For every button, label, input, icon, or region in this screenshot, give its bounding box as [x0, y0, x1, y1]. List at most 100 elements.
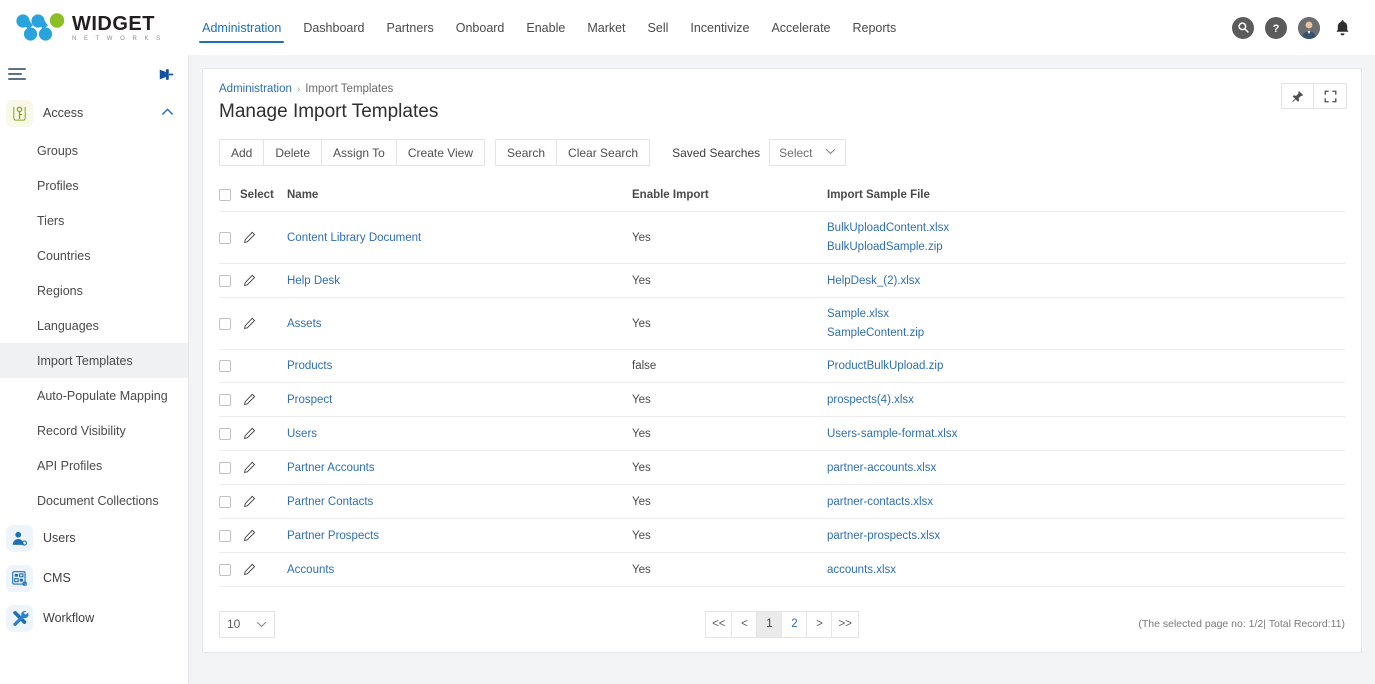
help-icon[interactable]: ?	[1265, 16, 1287, 39]
logo-mark-icon	[14, 11, 66, 45]
template-name-link[interactable]: Prospect	[287, 394, 632, 406]
nav-item-enable[interactable]: Enable	[515, 3, 576, 52]
edit-icon[interactable]	[243, 495, 256, 508]
create-view-button[interactable]: Create View	[395, 139, 486, 166]
hamburger-icon[interactable]	[8, 66, 30, 82]
search-icon[interactable]	[1232, 16, 1254, 39]
sidebar-group-cms[interactable]: CMS	[0, 558, 188, 598]
sidebar-item-api-profiles[interactable]: API Profiles	[0, 448, 188, 483]
sample-file-link[interactable]: partner-accounts.xlsx	[827, 462, 1345, 474]
row-checkbox[interactable]	[219, 360, 231, 372]
row-checkbox[interactable]	[219, 274, 231, 287]
row-name-cell: Products	[287, 349, 632, 383]
chevron-up-icon[interactable]	[161, 107, 174, 119]
nav-item-onboard[interactable]: Onboard	[445, 3, 516, 52]
template-name-link[interactable]: Users	[287, 428, 632, 440]
page-button-prevprev[interactable]: <<	[705, 610, 732, 638]
sidebar-item-tiers[interactable]: Tiers	[0, 203, 188, 238]
edit-icon[interactable]	[243, 427, 256, 440]
edit-icon[interactable]	[243, 317, 256, 330]
sidebar-item-groups[interactable]: Groups	[0, 133, 188, 168]
sample-file-link[interactable]: HelpDesk_(2).xlsx	[827, 275, 1345, 287]
select-all-checkbox[interactable]	[219, 189, 231, 201]
delete-button[interactable]: Delete	[263, 139, 322, 166]
template-name-link[interactable]: Help Desk	[287, 275, 632, 287]
row-checkbox[interactable]	[219, 427, 231, 440]
sample-file-link[interactable]: BulkUploadContent.xlsx	[827, 222, 1345, 234]
nav-item-dashboard[interactable]: Dashboard	[292, 3, 375, 52]
edit-icon[interactable]	[243, 461, 256, 474]
row-checkbox[interactable]	[219, 529, 231, 542]
row-checkbox[interactable]	[219, 317, 231, 330]
row-checkbox[interactable]	[219, 393, 231, 406]
row-checkbox[interactable]	[219, 495, 231, 508]
sidebar-header	[0, 55, 188, 93]
notification-bell-icon[interactable]	[1331, 17, 1353, 39]
sample-file-link[interactable]: ProductBulkUpload.zip	[827, 360, 1345, 372]
template-name-link[interactable]: Products	[287, 360, 632, 372]
column-name: Name	[287, 180, 632, 212]
template-name-link[interactable]: Assets	[287, 318, 632, 330]
nav-item-reports[interactable]: Reports	[842, 3, 908, 52]
sample-file-link[interactable]: partner-contacts.xlsx	[827, 496, 1345, 508]
row-name-cell: Partner Prospects	[287, 518, 632, 553]
template-name-link[interactable]: Content Library Document	[287, 232, 632, 244]
sidebar-item-auto-populate-mapping[interactable]: Auto-Populate Mapping	[0, 378, 188, 413]
row-checkbox[interactable]	[219, 461, 231, 474]
sample-file-link[interactable]: BulkUploadSample.zip	[827, 241, 1345, 253]
brand-logo[interactable]: WIDGET N E T W O R K S	[0, 11, 175, 45]
edit-icon[interactable]	[243, 529, 256, 542]
row-name-cell: Prospect	[287, 382, 632, 417]
nav-item-incentivize[interactable]: Incentivize	[679, 3, 760, 52]
assign-to-button[interactable]: Assign To	[321, 139, 396, 166]
sample-file-link[interactable]: partner-prospects.xlsx	[827, 530, 1345, 542]
page-button-nextnext[interactable]: >>	[831, 610, 859, 638]
nav-item-market[interactable]: Market	[576, 3, 636, 52]
table-row: Assets Yes Sample.xlsx SampleContent.zip	[219, 297, 1345, 350]
template-name-link[interactable]: Accounts	[287, 564, 632, 576]
sidebar-item-document-collections[interactable]: Document Collections	[0, 483, 188, 518]
chevron-down-icon	[825, 147, 836, 158]
sample-file-link[interactable]: SampleContent.zip	[827, 327, 1345, 339]
nav-item-partners[interactable]: Partners	[375, 3, 444, 52]
saved-searches-select[interactable]: Select	[769, 139, 846, 166]
add-button[interactable]: Add	[219, 139, 264, 166]
template-name-link[interactable]: Partner Contacts	[287, 496, 632, 508]
sidebar-group-access[interactable]: Access	[0, 93, 188, 133]
row-checkbox[interactable]	[219, 231, 231, 244]
page-button-next[interactable]: >	[806, 610, 832, 638]
sidebar-item-profiles[interactable]: Profiles	[0, 168, 188, 203]
sidebar-group-workflow[interactable]: Workflow	[0, 598, 188, 638]
sidebar-item-record-visibility[interactable]: Record Visibility	[0, 413, 188, 448]
sidebar-item-countries[interactable]: Countries	[0, 238, 188, 273]
expand-card-button[interactable]	[1314, 83, 1347, 109]
edit-icon[interactable]	[243, 563, 256, 576]
sample-file-link[interactable]: prospects(4).xlsx	[827, 394, 1345, 406]
sidebar-item-languages[interactable]: Languages	[0, 308, 188, 343]
breadcrumb-root[interactable]: Administration	[219, 83, 292, 95]
page-button-1[interactable]: 1	[756, 610, 782, 638]
sample-file-link[interactable]: Sample.xlsx	[827, 308, 1345, 320]
clear-search-button[interactable]: Clear Search	[556, 139, 651, 166]
page-button-prev[interactable]: <	[731, 610, 757, 638]
nav-item-sell[interactable]: Sell	[637, 3, 680, 52]
pin-card-button[interactable]	[1281, 83, 1314, 109]
sidebar-group-users[interactable]: Users	[0, 518, 188, 558]
page-button-2[interactable]: 2	[781, 610, 807, 638]
template-name-link[interactable]: Partner Prospects	[287, 530, 632, 542]
edit-icon[interactable]	[243, 274, 256, 287]
nav-item-accelerate[interactable]: Accelerate	[760, 3, 841, 52]
nav-item-administration[interactable]: Administration	[191, 3, 292, 52]
sample-file-link[interactable]: Users-sample-format.xlsx	[827, 428, 1345, 440]
row-checkbox[interactable]	[219, 563, 231, 576]
template-name-link[interactable]: Partner Accounts	[287, 462, 632, 474]
sidebar-item-import-templates[interactable]: Import Templates	[0, 343, 188, 378]
pin-icon[interactable]	[156, 67, 174, 82]
page-size-select[interactable]: 10	[219, 610, 275, 638]
sample-file-link[interactable]: accounts.xlsx	[827, 564, 1345, 576]
search-button[interactable]: Search	[495, 139, 557, 166]
edit-icon[interactable]	[243, 231, 256, 244]
avatar[interactable]	[1298, 16, 1320, 39]
sidebar-item-regions[interactable]: Regions	[0, 273, 188, 308]
edit-icon[interactable]	[243, 393, 256, 406]
